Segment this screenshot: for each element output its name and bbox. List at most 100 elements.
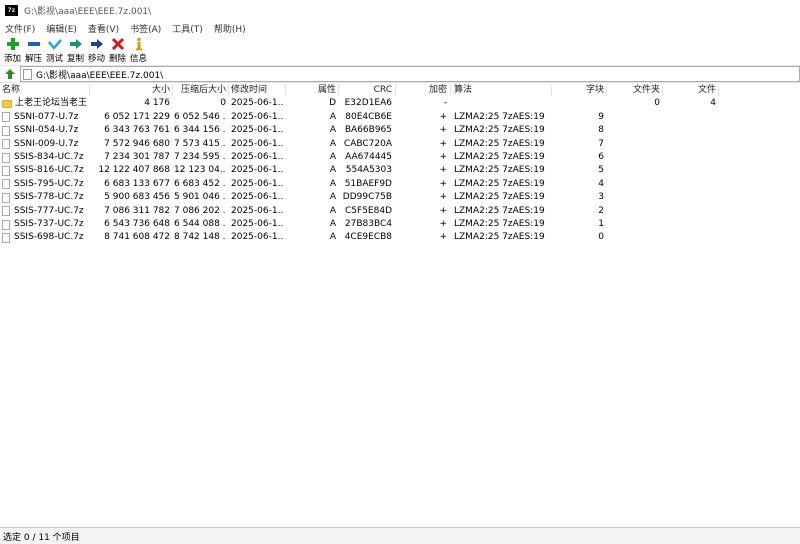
copy-label: 复制 [66, 54, 84, 64]
column-header-block[interactable]: 字块 [553, 84, 604, 97]
cell-method: LZMA2:25 7zAES:19 [454, 151, 545, 162]
file-row[interactable]: SSNI-009-U.7z 7 572 946 680 7 573 415 ... 2… [0, 138, 800, 151]
column-header-files[interactable]: 文件 [665, 84, 716, 97]
column-header-encrypted[interactable]: 加密 [397, 84, 447, 97]
column-divider[interactable] [395, 85, 396, 96]
column-divider[interactable] [450, 85, 451, 96]
extract-button[interactable]: 解压 [23, 36, 44, 64]
file-row[interactable]: SSNI-077-U.7z 6 052 171 229 6 052 546 ... 2… [0, 111, 800, 124]
address-bar: G:\影视\aaa\EEE\EEE.7z.001\ [0, 65, 800, 83]
column-divider[interactable] [718, 85, 719, 96]
column-divider[interactable] [228, 85, 229, 96]
cell-attributes: A [329, 165, 336, 176]
cell-modified: 2025-06-1... [231, 98, 283, 109]
file-row[interactable]: SSIS-737-UC.7z 6 543 736 648 6 544 088 ...… [0, 218, 800, 231]
cell-files [665, 218, 716, 231]
cell-files [665, 205, 716, 218]
menu-help[interactable]: 帮助(H) [209, 22, 252, 35]
file-row[interactable]: SSNI-054-U.7z 6 343 763 761 6 344 156 ... 2… [0, 124, 800, 137]
add-button[interactable]: 添加 [2, 36, 23, 64]
file-icon [2, 152, 10, 163]
cell-name: 上老王论坛当老王 [2, 97, 88, 110]
menu-bookmarks[interactable]: 书签(A) [125, 22, 167, 35]
cell-name: SSNI-054-U.7z [2, 124, 88, 137]
cell-block: 3 [598, 192, 604, 203]
column-header-crc[interactable]: CRC [340, 84, 392, 97]
cell-files: 4 [710, 98, 716, 109]
cell-crc: 554A5303 [345, 165, 392, 176]
column-header-name[interactable]: 名称 [2, 84, 88, 97]
cell-folders [608, 164, 660, 177]
cell-name: SSIS-795-UC.7z [2, 178, 88, 191]
cell-modified: 2025-06-1... [231, 111, 283, 122]
column-divider[interactable] [662, 85, 663, 96]
cell-folders [608, 151, 660, 164]
title-bar: 7z G:\影视\aaa\EEE\EEE.7z.001\ [0, 0, 800, 20]
delete-button[interactable]: 删除 [107, 36, 128, 64]
cell-files [665, 178, 716, 191]
move-button[interactable]: 移动 [86, 36, 107, 64]
cell-folders [608, 205, 660, 218]
file-icon [2, 125, 10, 136]
extract-icon [27, 42, 40, 46]
copy-button[interactable]: 复制 [65, 36, 86, 64]
file-row[interactable]: SSIS-778-UC.7z 5 900 683 456 5 901 046 ...… [0, 191, 800, 204]
file-row[interactable]: SSIS-834-UC.7z 7 234 301 787 7 234 595 ...… [0, 151, 800, 164]
column-divider[interactable] [89, 85, 90, 96]
file-row[interactable]: SSIS-795-UC.7z 6 683 133 677 6 683 452 ...… [0, 178, 800, 191]
cell-folders [608, 191, 660, 204]
column-divider[interactable] [551, 85, 552, 96]
column-header-modified[interactable]: 修改时间 [231, 84, 283, 97]
cell-attributes: A [329, 178, 336, 189]
cell-method: LZMA2:25 7zAES:19 [454, 178, 545, 189]
up-folder-button[interactable] [2, 66, 18, 82]
item-name: 上老王论坛当老王 [15, 98, 88, 109]
cell-modified: 2025-06-1... [231, 138, 283, 149]
cell-modified: 2025-06-1... [231, 125, 283, 136]
cell-name: SSIS-816-UC.7z [2, 164, 88, 177]
path-input[interactable]: G:\影视\aaa\EEE\EEE.7z.001\ [20, 66, 800, 82]
cell-size: 7 572 946 680 [104, 138, 170, 149]
column-header-size[interactable]: 大小 [90, 84, 170, 97]
column-header-packed[interactable]: 压缩后大小 [174, 84, 226, 97]
menu-view[interactable]: 查看(V) [83, 22, 125, 35]
test-button[interactable]: 测试 [44, 36, 65, 64]
cell-folders: 0 [654, 98, 660, 109]
cell-size: 6 052 171 229 [104, 111, 170, 122]
cell-packed: 12 123 04... [174, 165, 226, 176]
cell-folders [608, 231, 660, 244]
cell-encrypted: + [439, 205, 447, 216]
menu-edit[interactable]: 编辑(E) [41, 22, 83, 35]
cell-method: LZMA2:25 7zAES:19 [454, 111, 545, 122]
column-header-method[interactable]: 算法 [454, 84, 549, 97]
cell-block: 7 [598, 138, 604, 149]
column-divider[interactable] [338, 85, 339, 96]
cell-packed: 7 234 595 ... [174, 151, 226, 162]
menu-tools[interactable]: 工具(T) [167, 22, 209, 35]
column-divider[interactable] [606, 85, 607, 96]
info-button[interactable]: 信息 [128, 36, 149, 64]
cell-encrypted: + [439, 192, 447, 203]
cell-folders [608, 138, 660, 151]
cell-modified: 2025-06-1... [231, 232, 283, 243]
column-header-attributes[interactable]: 属性 [290, 84, 336, 97]
cell-name: SSNI-077-U.7z [2, 111, 88, 124]
column-divider[interactable] [285, 85, 286, 96]
menu-file[interactable]: 文件(F) [0, 22, 41, 35]
cell-folders [608, 218, 660, 231]
column-header-folders[interactable]: 文件夹 [608, 84, 660, 97]
column-divider[interactable] [172, 85, 173, 96]
cell-encrypted: - [443, 98, 447, 109]
file-icon [2, 166, 10, 177]
cell-encrypted: + [439, 232, 447, 243]
file-row[interactable]: SSIS-698-UC.7z 8 741 608 472 8 742 148 ...… [0, 231, 800, 244]
folder-row[interactable]: 上老王论坛当老王 4 176 0 2025-06-1... D E32D1EA6 - 0 4 [0, 97, 800, 110]
file-row[interactable]: SSIS-777-UC.7z 7 086 311 782 7 086 202 ...… [0, 205, 800, 218]
cell-attributes: A [329, 218, 336, 229]
cell-packed: 0 [220, 98, 226, 109]
item-name: SSIS-777-UC.7z [14, 205, 84, 216]
item-name: SSIS-778-UC.7z [14, 192, 84, 203]
file-row[interactable]: SSIS-816-UC.7z 12 122 407 868 12 123 04...… [0, 164, 800, 177]
cell-method: LZMA2:25 7zAES:19 [454, 165, 545, 176]
cell-crc: 80E4CB6E [345, 111, 392, 122]
